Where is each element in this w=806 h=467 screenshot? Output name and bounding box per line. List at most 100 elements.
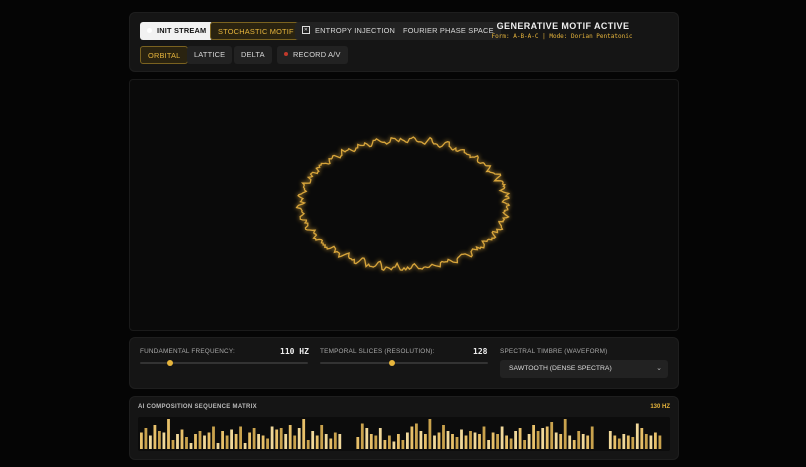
sequence-bar <box>581 434 585 449</box>
composition-matrix: AI COMPOSITION SEQUENCE MATRIX 130 HZ <box>129 396 679 460</box>
sequence-bar <box>545 426 549 449</box>
sequence-bar <box>631 437 635 449</box>
sequence-bar <box>392 441 396 449</box>
sequence-bar <box>568 435 572 449</box>
delta-mode-button[interactable]: DELTA <box>234 46 272 64</box>
sequence-bar <box>338 434 342 449</box>
sequence-bar <box>230 429 233 449</box>
checkbox-x-icon: ✕ <box>302 26 310 35</box>
sequence-bar <box>270 426 274 449</box>
sequence-bar <box>212 426 215 449</box>
sequence-bar <box>275 429 279 449</box>
sequence-bar <box>442 425 445 449</box>
sequence-bar <box>221 431 224 449</box>
sequence-bar <box>234 434 238 449</box>
sequence-bar <box>162 432 166 449</box>
sequence-bar <box>406 432 409 449</box>
sequence-bar <box>464 435 468 449</box>
sequence-bar <box>311 431 315 449</box>
sequence-bar <box>509 438 513 449</box>
sequence-bar <box>329 438 333 449</box>
orbit-visualization <box>124 74 511 272</box>
sequence-bar <box>144 428 148 449</box>
record-dot-icon <box>284 52 288 57</box>
frequency-slider[interactable] <box>140 360 308 366</box>
sequence-bar <box>473 432 477 449</box>
sequence-bar <box>320 425 324 449</box>
sequence-bar <box>577 431 581 449</box>
frequency-slider-thumb[interactable] <box>167 360 174 366</box>
sequence-bar <box>378 428 382 449</box>
sequence-bar <box>266 438 269 449</box>
sequence-bar <box>640 428 644 449</box>
sequence-bar <box>590 426 594 449</box>
parameter-controls: FUNDAMENTAL FREQUENCY: 110 HZ TEMPORAL S… <box>129 337 679 389</box>
visualizer-canvas[interactable] <box>124 74 679 331</box>
sequence-bar <box>635 423 639 449</box>
status-subtitle: Form: A-B-A-C | Mode: Dorian Pentatonic <box>491 33 633 40</box>
sequence-bar <box>185 437 188 449</box>
stochastic-motif-button[interactable]: STOCHASTIC MOTIF <box>210 22 302 40</box>
init-stream-button[interactable]: INIT STREAM <box>140 22 214 40</box>
sequence-bar <box>617 438 621 449</box>
slices-slider-thumb[interactable] <box>389 360 396 366</box>
sequence-bar <box>198 431 202 449</box>
sequence-bar <box>261 435 265 449</box>
slices-value: 128 <box>473 347 488 356</box>
sequence-bar <box>559 434 563 449</box>
dot-icon <box>147 27 152 33</box>
entropy-injection-button[interactable]: ✕ ENTROPY INJECTION <box>295 22 403 40</box>
lattice-mode-button[interactable]: LATTICE <box>187 46 233 64</box>
sequence-bar <box>460 429 463 449</box>
record-av-button[interactable]: RECORD A/V <box>277 46 348 64</box>
sequence-bar <box>478 434 481 449</box>
sequence-bar <box>424 434 427 449</box>
timbre-label: SPECTRAL TIMBRE (WAVEFORM) <box>500 348 608 355</box>
sequence-bar <box>550 422 554 449</box>
sequence-bar <box>455 437 459 449</box>
sequence-bar <box>608 431 612 449</box>
matrix-title: AI COMPOSITION SEQUENCE MATRIX <box>138 404 257 410</box>
sequence-bar <box>302 419 306 449</box>
sequence-bar <box>613 435 617 449</box>
orbital-mode-button[interactable]: ORBITAL <box>140 46 189 64</box>
orbit-spark <box>124 74 136 86</box>
sequence-bar <box>658 435 662 449</box>
sequence-bar <box>171 440 175 449</box>
sequence-bar <box>189 443 193 449</box>
sequence-bar <box>315 435 319 449</box>
sequence-bar <box>437 432 441 449</box>
slices-slider[interactable] <box>320 360 488 366</box>
sequence-bar <box>383 440 387 449</box>
sequence-bar <box>518 428 522 449</box>
sequence-bar <box>158 431 161 449</box>
sequence-bar <box>333 432 337 449</box>
sequence-bar <box>428 419 432 449</box>
sequence-bar <box>374 435 378 449</box>
control-toolbar: INIT STREAM STOCHASTIC MOTIF ✕ ENTROPY IN… <box>129 12 679 72</box>
sequence-bar <box>626 435 630 449</box>
sequence-bar <box>360 423 364 449</box>
sequence-bar <box>140 432 143 449</box>
sequence-bar <box>369 434 373 449</box>
sequence-bar <box>586 435 590 449</box>
sequence-bars[interactable] <box>138 417 670 451</box>
sequence-bar <box>563 419 567 449</box>
sequence-bar <box>243 443 247 449</box>
sequence-bar <box>644 434 648 449</box>
sequence-bar <box>649 435 653 449</box>
sequence-bar <box>482 426 486 449</box>
timbre-select[interactable]: SAWTOOTH (DENSE SPECTRA) ⌄ <box>500 360 668 378</box>
sequence-bar <box>541 428 545 449</box>
sequence-bar <box>514 431 517 449</box>
sequence-bar <box>356 437 360 449</box>
sequence-bar <box>324 434 328 449</box>
sequence-bar <box>225 435 229 449</box>
sequence-bar <box>446 431 450 449</box>
orbit-waveform <box>295 136 511 272</box>
sequence-bar <box>248 432 251 449</box>
sequence-bar <box>365 428 369 449</box>
sequence-bar <box>239 426 242 449</box>
sequence-bar <box>572 440 576 449</box>
sequence-bar <box>401 440 405 449</box>
